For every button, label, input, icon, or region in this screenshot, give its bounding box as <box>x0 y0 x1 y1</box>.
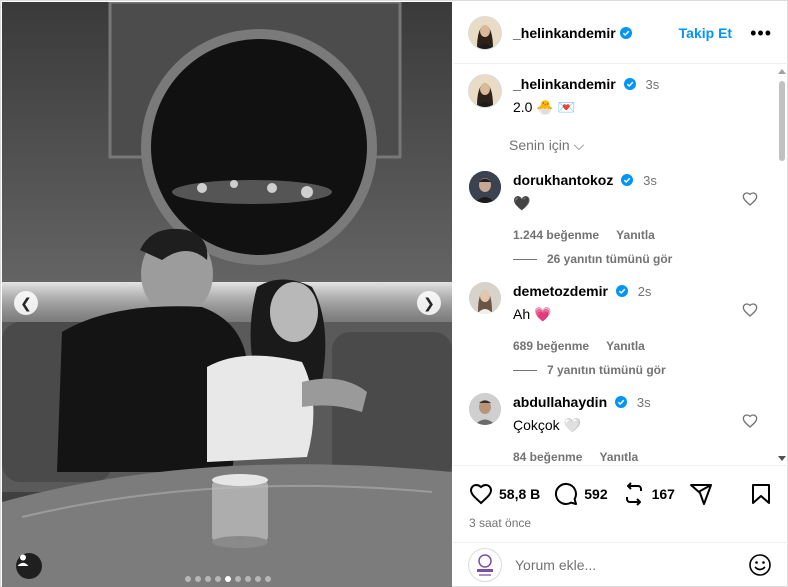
post-photo: ❮ ❯ <box>2 2 452 587</box>
comment-text: 🖤 <box>513 195 531 211</box>
carousel-dot <box>195 576 201 582</box>
follow-button[interactable]: Takip Et <box>679 25 732 41</box>
caption-username[interactable]: _helinkandemir <box>513 76 616 92</box>
comment-time[interactable]: 3s <box>637 395 651 410</box>
share-button[interactable] <box>689 482 713 506</box>
verified-icon <box>619 26 632 39</box>
photo-image <box>2 2 452 587</box>
comment-icon <box>555 482 578 505</box>
commenter-username[interactable]: demetozdemir <box>513 283 608 299</box>
comment-likes[interactable]: 1.244 beğenme <box>513 228 599 242</box>
commenter-username[interactable]: abdullahaydin <box>513 394 607 410</box>
post-header: _helinkandemir Takip Et ••• <box>453 2 788 64</box>
comment-button[interactable]: 592 <box>554 482 608 506</box>
post-timestamp[interactable]: 3 saat önce <box>469 516 531 530</box>
comment-likes[interactable]: 84 beğenme <box>513 450 582 464</box>
carousel-dot <box>255 576 261 582</box>
like-comment-heart-icon[interactable] <box>742 302 758 318</box>
carousel-dot <box>265 576 271 582</box>
carousel-dot <box>225 576 231 582</box>
carousel-dot <box>245 576 251 582</box>
comment-input[interactable]: Yorum ekle... <box>515 557 748 573</box>
post-actions: 58,8 B 592 167 3 saat önce <box>453 465 788 540</box>
comments-list[interactable]: _helinkandemir 3s 2.0 🐣 💌 Senin için ⌵ d… <box>453 65 788 465</box>
verified-icon <box>615 396 628 408</box>
commenter-avatar[interactable] <box>469 282 501 314</box>
comment-likes[interactable]: 689 beğenme <box>513 339 589 353</box>
user-tags-button[interactable] <box>16 553 42 579</box>
comment-item: dorukhantokoz 3s 🖤 1.244 beğenme Yanıtla <box>469 171 669 242</box>
previous-photo-button[interactable]: ❮ <box>14 291 38 315</box>
comment-text: Ah 💗 <box>513 306 552 322</box>
reply-button[interactable]: Yanıtla <box>606 339 645 353</box>
caption-avatar[interactable] <box>469 75 501 107</box>
author-username[interactable]: _helinkandemir <box>513 25 616 41</box>
heart-icon <box>469 483 493 505</box>
comments-scrollbar[interactable] <box>778 65 786 465</box>
caption-text: 2.0 🐣 💌 <box>513 99 576 115</box>
like-button[interactable]: 58,8 B <box>469 482 540 506</box>
like-comment-heart-icon[interactable] <box>742 191 758 207</box>
carousel-dot <box>205 576 211 582</box>
repost-button[interactable]: 167 <box>622 482 675 506</box>
view-replies-button[interactable]: 7 yanıtın tümünü gör <box>513 363 666 377</box>
verified-icon <box>623 78 636 90</box>
commenter-username[interactable]: dorukhantokoz <box>513 172 613 188</box>
view-replies-label: 26 yanıtın tümünü gör <box>547 252 673 266</box>
post-side-panel: _helinkandemir Takip Et ••• _helinkandem… <box>453 2 788 587</box>
current-user-avatar <box>469 549 501 581</box>
verified-icon <box>621 174 634 186</box>
chevron-left-icon: ❮ <box>20 294 32 311</box>
comment-time[interactable]: 3s <box>643 173 657 188</box>
like-count[interactable]: 58,8 B <box>499 486 540 502</box>
repost-icon <box>625 482 642 506</box>
commenter-avatar[interactable] <box>469 171 501 203</box>
comment-filter-dropdown[interactable]: Senin için ⌵ <box>509 137 584 154</box>
share-icon <box>689 484 712 505</box>
reply-button[interactable]: Yanıtla <box>616 228 655 242</box>
user-tag-icon <box>17 554 29 566</box>
scroll-down-arrow[interactable] <box>778 456 786 461</box>
emoji-icon[interactable] <box>748 553 772 577</box>
caption-time[interactable]: 3s <box>645 77 659 92</box>
repost-count[interactable]: 167 <box>652 486 675 502</box>
carousel-dot <box>215 576 221 582</box>
view-replies-label: 7 yanıtın tümünü gör <box>547 363 666 377</box>
more-options-icon[interactable]: ••• <box>750 24 772 42</box>
comment-text: Çokçok 🤍 <box>513 417 582 433</box>
verified-icon <box>615 285 628 297</box>
like-comment-heart-icon[interactable] <box>742 413 758 429</box>
scroll-up-arrow[interactable] <box>778 69 786 74</box>
carousel-dot <box>185 576 191 582</box>
view-replies-button[interactable]: 26 yanıtın tümünü gör <box>513 252 672 266</box>
post-modal: ❮ ❯ _helinkandemir Takip Et ••• _helinka… <box>0 0 788 587</box>
comment-item: abdullahaydin 3s Çokçok 🤍 84 beğenme Yan… <box>469 393 652 464</box>
save-button[interactable] <box>750 482 772 506</box>
scroll-thumb[interactable] <box>779 81 785 161</box>
carousel-indicator <box>185 576 271 582</box>
caption: _helinkandemir 3s 2.0 🐣 💌 <box>469 75 659 116</box>
chevron-right-icon: ❯ <box>423 294 435 311</box>
comment-time[interactable]: 2s <box>638 284 652 299</box>
author-avatar[interactable] <box>469 16 501 49</box>
comment-count[interactable]: 592 <box>584 486 607 502</box>
commenter-avatar[interactable] <box>469 393 501 425</box>
reply-button[interactable]: Yanıtla <box>600 450 639 464</box>
next-photo-button[interactable]: ❯ <box>417 291 441 315</box>
bookmark-icon <box>752 484 770 504</box>
add-comment-bar: Yorum ekle... <box>453 542 788 587</box>
comment-item: demetozdemir 2s Ah 💗 689 beğenme Yanıtla <box>469 282 659 353</box>
carousel-dot <box>235 576 241 582</box>
